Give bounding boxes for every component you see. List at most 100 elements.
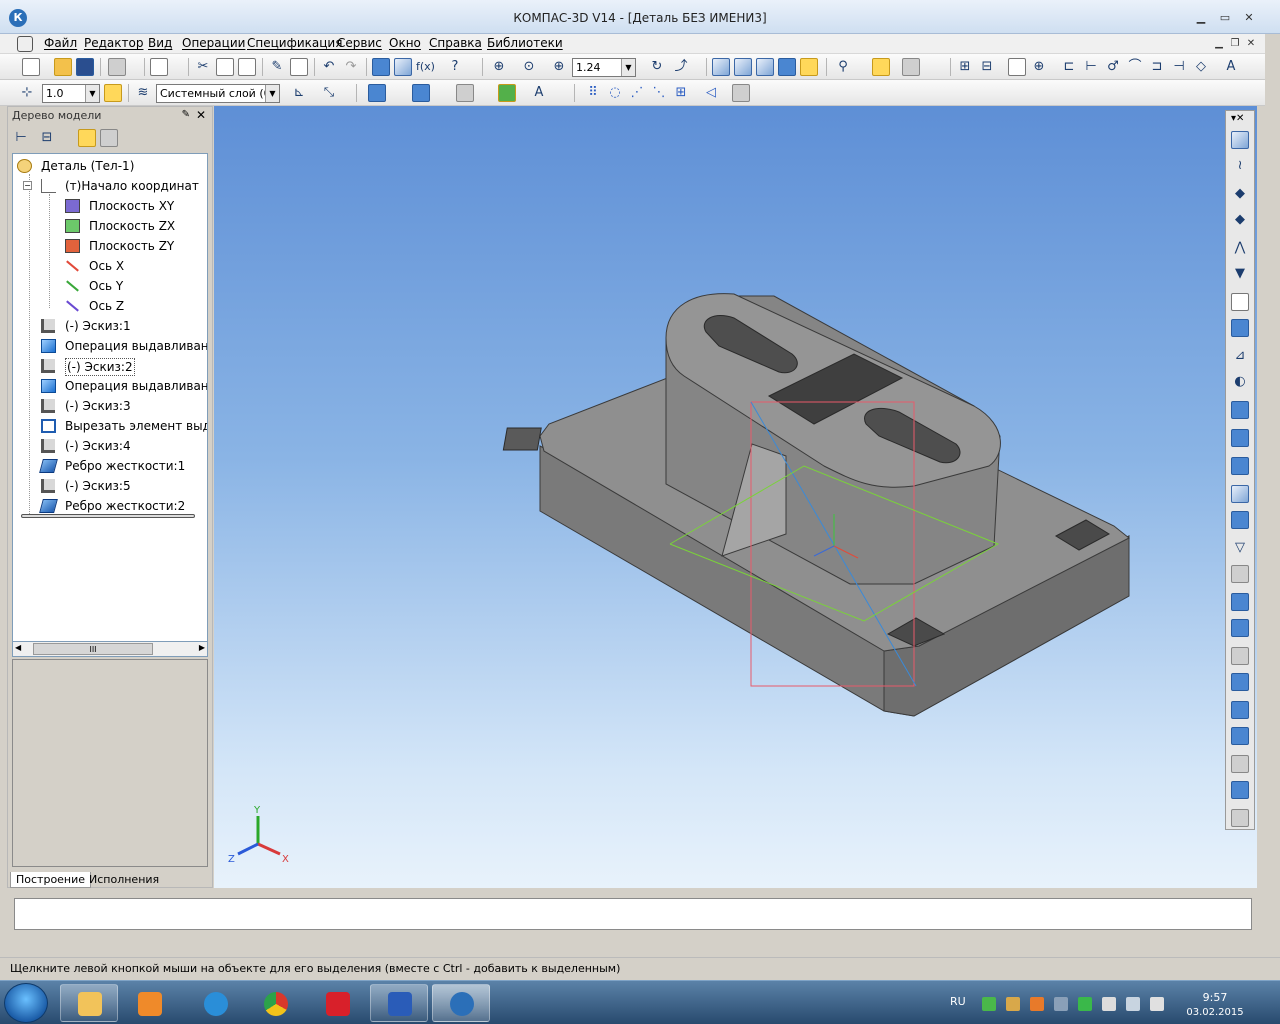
- dimension-icon[interactable]: ⊞: [956, 58, 974, 76]
- parameters-icon[interactable]: ⤡: [320, 84, 338, 102]
- task-app[interactable]: [308, 984, 366, 1022]
- leader-icon[interactable]: ⊏: [1060, 58, 1078, 76]
- zoom-in-icon[interactable]: ⊕: [550, 58, 568, 76]
- save-icon[interactable]: [76, 58, 94, 76]
- wireframe-icon[interactable]: [712, 58, 730, 76]
- hidden-lines-icon[interactable]: [734, 58, 752, 76]
- base-icon[interactable]: ♂: [1104, 58, 1122, 76]
- tool-icon-2[interactable]: ≀: [1231, 157, 1249, 175]
- cut-icon[interactable]: ✂: [194, 58, 212, 76]
- tool-icon-1[interactable]: [1231, 131, 1249, 149]
- chevron-down-icon[interactable]: ▼: [85, 85, 99, 102]
- print-preview-icon[interactable]: [150, 58, 168, 76]
- tab-build[interactable]: Построение: [10, 872, 92, 888]
- pin-icon[interactable]: ✎: [182, 109, 190, 120]
- language-indicator[interactable]: RU: [950, 995, 966, 1008]
- tool-icon-22[interactable]: [1231, 701, 1249, 719]
- menu-window[interactable]: Окно: [389, 36, 421, 50]
- arrow-icon[interactable]: ⊣: [1170, 58, 1188, 76]
- tool-icon-19[interactable]: [1231, 619, 1249, 637]
- tool-icon-11[interactable]: [1231, 401, 1249, 419]
- clock-date[interactable]: 03.02.2015: [1185, 1007, 1245, 1018]
- menu-view[interactable]: Вид: [148, 36, 172, 50]
- task-media[interactable]: [120, 984, 178, 1022]
- step-combo[interactable]: 1.0 ▼: [42, 84, 100, 103]
- tree-options-icon[interactable]: [100, 129, 118, 147]
- tool-icon-21[interactable]: [1231, 673, 1249, 691]
- dimension-linear-icon[interactable]: ⊟: [978, 58, 996, 76]
- sketch-icon[interactable]: ⊾: [290, 84, 308, 102]
- zoom-combo[interactable]: 1.24 ▼: [572, 58, 636, 77]
- menu-libraries[interactable]: Библиотеки: [487, 36, 563, 50]
- menu-specification[interactable]: Спецификация: [247, 36, 342, 50]
- tray-flag-icon[interactable]: [1102, 997, 1116, 1011]
- menu-edit[interactable]: Редактор: [84, 36, 143, 50]
- format-painter-icon[interactable]: ✎: [268, 58, 286, 76]
- variables-icon[interactable]: [394, 58, 412, 76]
- menu-help[interactable]: Справка: [429, 36, 482, 50]
- tool-icon-8[interactable]: [1231, 319, 1249, 337]
- filter-icon[interactable]: ⚲: [834, 58, 852, 76]
- curve-points-icon[interactable]: ⋰: [628, 84, 646, 102]
- tool-icon-24[interactable]: [1231, 755, 1249, 773]
- document-icon[interactable]: [17, 36, 33, 52]
- tool-icon-18[interactable]: [1231, 593, 1249, 611]
- menu-file[interactable]: Файл: [44, 36, 77, 50]
- tool-icon-17[interactable]: [1231, 565, 1249, 583]
- tool-icon-16[interactable]: ▽: [1231, 539, 1249, 557]
- snap-icon[interactable]: ⊹: [18, 84, 36, 102]
- tray-network-icon[interactable]: [1054, 997, 1068, 1011]
- color-icon[interactable]: [498, 84, 516, 102]
- doc-close-button[interactable]: ✕: [1244, 37, 1258, 51]
- scroll-thumb[interactable]: III: [33, 643, 153, 655]
- print-icon[interactable]: [108, 58, 126, 76]
- shell-icon[interactable]: [456, 84, 474, 102]
- tool-icon-13[interactable]: [1231, 457, 1249, 475]
- menu-service[interactable]: Сервис: [337, 36, 382, 50]
- tab-variants[interactable]: Исполнения: [84, 872, 164, 888]
- shaded-edges-icon[interactable]: [800, 58, 818, 76]
- doc-restore-button[interactable]: ❐: [1228, 37, 1242, 51]
- measure-icon[interactable]: [902, 58, 920, 76]
- model-tree[interactable]: Деталь (Тел-1) − (т)Начало координат Пло…: [12, 153, 208, 657]
- select-active-icon[interactable]: [872, 58, 890, 76]
- maximize-button[interactable]: ▭: [1214, 10, 1236, 26]
- zoom-fit-icon[interactable]: ⊙: [520, 58, 538, 76]
- undo-icon[interactable]: ↶: [320, 58, 338, 76]
- tree-filter-icon[interactable]: ⊟: [38, 129, 56, 147]
- matrix-icon[interactable]: ⊞: [672, 84, 690, 102]
- start-button[interactable]: [4, 983, 48, 1023]
- chevron-down-icon[interactable]: ▼: [621, 59, 635, 76]
- menu-operations[interactable]: Операции: [182, 36, 245, 50]
- path-points-icon[interactable]: ⋱: [650, 84, 668, 102]
- task-ie[interactable]: [186, 984, 244, 1022]
- circle-points-icon[interactable]: ◌: [606, 84, 624, 102]
- tool-icon-12[interactable]: [1231, 429, 1249, 447]
- text-icon[interactable]: A: [1222, 58, 1240, 76]
- task-explorer[interactable]: [60, 984, 118, 1022]
- scroll-right-icon[interactable]: ▶: [199, 643, 205, 652]
- tray-java-icon[interactable]: [1030, 997, 1044, 1011]
- function-icon[interactable]: f(x): [416, 58, 435, 76]
- task-chrome[interactable]: [246, 984, 304, 1022]
- open-folder-icon[interactable]: [54, 58, 72, 76]
- points-grid-icon[interactable]: ⠿: [584, 84, 602, 102]
- tool-icon-3[interactable]: ◆: [1231, 185, 1249, 203]
- copy-icon[interactable]: [216, 58, 234, 76]
- tool-icon-25[interactable]: [1231, 781, 1249, 799]
- chevron-down-icon[interactable]: ▼: [265, 85, 279, 102]
- surface-icon[interactable]: [368, 84, 386, 102]
- command-field[interactable]: [14, 898, 1252, 930]
- tree-structure-icon[interactable]: ⊢: [12, 129, 30, 147]
- task-word[interactable]: [370, 984, 428, 1022]
- tree-horizontal-scrollbar[interactable]: ◀ III ▶: [12, 641, 208, 657]
- tool-icon-9[interactable]: ⊿: [1231, 347, 1249, 365]
- tray-shield-icon[interactable]: [1078, 997, 1092, 1011]
- tray-download-icon[interactable]: [982, 997, 996, 1011]
- help-pointer-icon[interactable]: ?: [446, 58, 464, 76]
- layer-combo[interactable]: Системный слой (0) ▼: [156, 84, 280, 103]
- doc-minimize-button[interactable]: ▁: [1212, 37, 1226, 51]
- table-icon[interactable]: [1008, 58, 1026, 76]
- tolerance-icon[interactable]: ⊢: [1082, 58, 1100, 76]
- marker-icon[interactable]: ⊐: [1148, 58, 1166, 76]
